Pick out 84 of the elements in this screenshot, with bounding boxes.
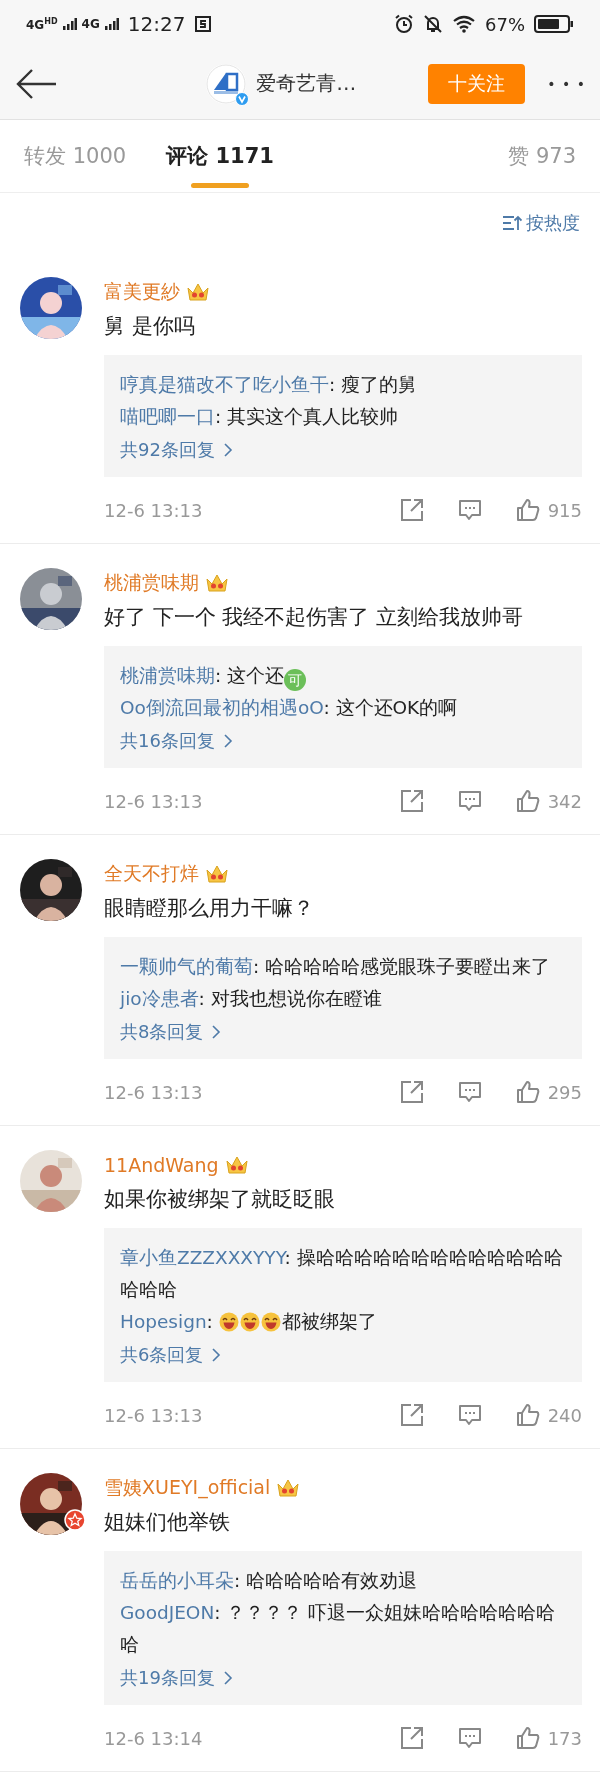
share-icon[interactable]	[399, 1403, 424, 1427]
chevron-icon	[222, 1670, 233, 1686]
thumbs-up-icon	[515, 498, 540, 522]
username[interactable]: 11AndWang	[104, 1154, 219, 1176]
timestamp: 12-6 13:13	[104, 1081, 204, 1103]
reply: 桃浦赏味期: 这个还 可	[120, 660, 566, 692]
more-replies-link[interactable]: 共16条回复	[120, 724, 233, 758]
mute-icon	[423, 14, 443, 34]
more-replies-link[interactable]: 共6条回复	[120, 1338, 222, 1372]
crown-icon	[224, 1154, 249, 1176]
reply: GoodJEON: ？？？？ 吓退一众姐妹哈哈哈哈哈哈哈哈	[120, 1601, 557, 1657]
tab[interactable]: 评论 1171	[166, 124, 274, 188]
clock: 12:27	[127, 12, 186, 36]
timestamp: 12-6 13:14	[104, 1727, 204, 1749]
crown-icon	[186, 281, 210, 303]
signal-indicator: 4G	[81, 17, 100, 31]
account-logo-icon	[206, 63, 247, 104]
more-replies-link[interactable]: 共8条回复	[120, 1015, 222, 1049]
laughing-emoji-icon	[239, 1312, 260, 1332]
chevron-icon	[211, 1347, 222, 1363]
crown-icon	[205, 863, 229, 885]
share-icon[interactable]	[399, 1726, 424, 1750]
comment-icon[interactable]	[457, 789, 482, 813]
reply: 喵吧唧一口: 其实这个真人比较帅	[120, 405, 400, 429]
comment-text: 舅 是你吗	[104, 313, 196, 340]
reply: Hopesign: 都被绑架了	[120, 1310, 378, 1334]
reply: 岳岳的小耳朵: 哈哈哈哈哈有效劝退	[120, 1569, 419, 1593]
reply: 哼真是猫改不了吃小鱼干: 瘦了的舅	[120, 373, 419, 397]
signal-indicator: 4G$^{HD}$	[26, 16, 58, 32]
timestamp: 12-6 13:13	[104, 499, 204, 521]
chevron-icon	[222, 733, 233, 749]
reply: Oo倒流回最初的相遇oO: 这个还OK的啊	[120, 696, 459, 720]
username[interactable]: 雪姨XUEYI_official	[104, 1475, 271, 1501]
comment-icon[interactable]	[457, 1080, 482, 1104]
more-replies-link[interactable]: 共19条回复	[120, 1661, 233, 1695]
thumbs-up-icon	[515, 789, 540, 813]
comment-text: 姐妹们他举铁	[104, 1509, 231, 1536]
comment-text: 如果你被绑架了就眨眨眼	[104, 1186, 336, 1213]
account-name: 爱奇艺青…	[256, 70, 357, 97]
timestamp: 12-6 13:13	[104, 790, 204, 812]
timestamp: 12-6 13:13	[104, 1404, 204, 1426]
comment-icon[interactable]	[457, 1726, 482, 1750]
comment-text: 眼睛瞪那么用力干嘛？	[104, 895, 315, 922]
comment-icon[interactable]	[457, 1403, 482, 1427]
back-arrow-icon[interactable]	[16, 67, 58, 100]
more-button[interactable]: • • •	[547, 75, 586, 92]
thumbs-up-icon	[515, 1080, 540, 1104]
reply: 一颗帅气的葡萄: 哈哈哈哈哈感觉眼珠子要瞪出来了	[120, 955, 552, 979]
comment-text: 好了 下一个 我经不起伤害了 立刻给我放帅哥	[104, 604, 525, 631]
crown-icon	[205, 572, 229, 594]
likes-tab[interactable]: 赞 973	[508, 124, 576, 188]
signal-icon	[62, 18, 77, 30]
follow-button[interactable]: 十关注	[428, 63, 526, 104]
thumbs-up-icon	[515, 1403, 540, 1427]
laughing-emoji-icon	[260, 1312, 281, 1332]
like-button[interactable]: 240	[515, 1403, 582, 1427]
crown-icon	[276, 1477, 301, 1499]
signal-icon	[104, 18, 119, 30]
laughing-emoji-icon	[218, 1312, 239, 1332]
battery-level: 67%	[485, 13, 525, 35]
share-icon[interactable]	[399, 789, 424, 813]
like-button[interactable]: 295	[515, 1080, 582, 1104]
username[interactable]: 桃浦赏味期	[104, 570, 199, 596]
wifi-icon	[452, 15, 476, 33]
battery-icon	[534, 15, 574, 33]
sort-button[interactable]: 按热度	[502, 211, 580, 235]
comment-icon[interactable]	[457, 498, 482, 522]
chevron-icon	[211, 1024, 222, 1040]
reply: 章小鱼ZZZXXXYYY: 操哈哈哈哈哈哈哈哈哈哈哈哈哈哈哈哈	[120, 1246, 564, 1302]
username[interactable]: 全天不打烊	[104, 861, 199, 887]
sort-icon	[502, 215, 522, 231]
chevron-icon	[222, 442, 233, 458]
thumbs-up-icon	[515, 1726, 540, 1750]
more-replies-link[interactable]: 共92条回复	[120, 433, 233, 467]
share-icon[interactable]	[399, 1080, 424, 1104]
like-button[interactable]: 342	[515, 789, 582, 813]
username[interactable]: 富美更紗	[104, 279, 180, 305]
tab[interactable]: 转发 1000	[24, 124, 127, 188]
like-button[interactable]: 915	[515, 498, 582, 522]
like-button[interactable]: 173	[515, 1726, 582, 1750]
notification-icon	[194, 15, 213, 33]
alarm-icon	[394, 14, 414, 34]
reply: jio冷患者: 对我也想说你在瞪谁	[120, 987, 383, 1011]
share-icon[interactable]	[399, 498, 424, 522]
